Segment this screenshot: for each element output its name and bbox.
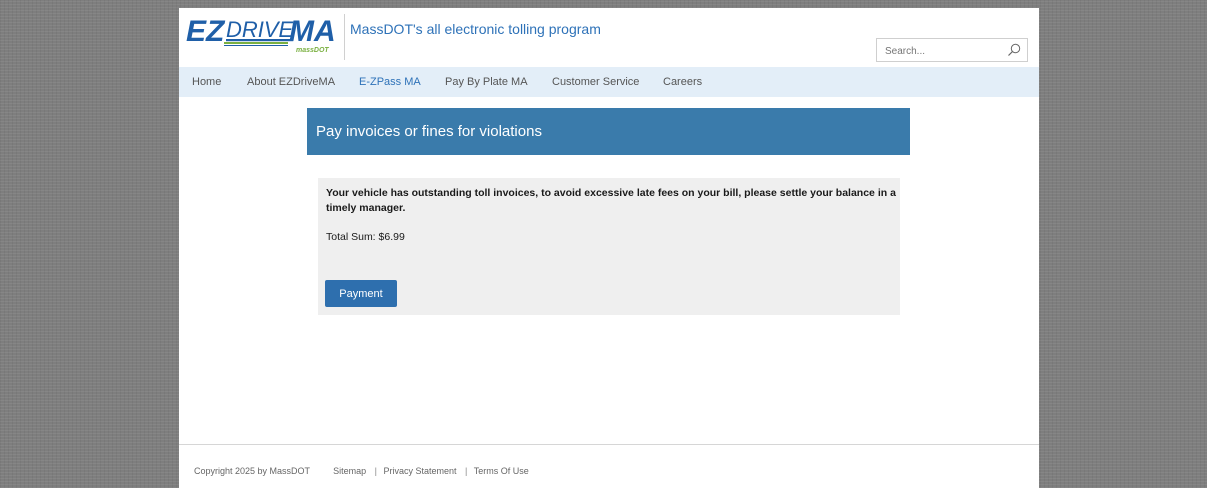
- nav-item-ezpass-ma[interactable]: E-ZPass MA: [359, 76, 421, 88]
- search-icon[interactable]: [1007, 43, 1021, 57]
- ezdrivema-logo[interactable]: EZ DRIVE MA massDOT: [186, 10, 336, 60]
- logo-massdot-text: massDOT: [296, 47, 329, 54]
- logo-divider: [344, 14, 345, 60]
- logo-text-drive: DRIVE: [226, 17, 294, 42]
- search-box[interactable]: [876, 38, 1028, 62]
- logo-text-ma: MA: [289, 15, 336, 48]
- footer-separator: |: [374, 466, 377, 476]
- footer-link-sitemap[interactable]: Sitemap: [333, 466, 366, 476]
- page-banner: Pay invoices or fines for violations: [307, 108, 910, 155]
- logo-text-ez: EZ: [186, 15, 226, 48]
- search-input[interactable]: [883, 40, 1007, 62]
- invoice-panel: Your vehicle has outstanding toll invoic…: [318, 178, 900, 315]
- total-sum: Total Sum: $6.99: [326, 231, 405, 243]
- nav-item-pay-by-plate-ma[interactable]: Pay By Plate MA: [445, 76, 528, 88]
- page-container: EZ DRIVE MA massDOT MassDOT's all electr…: [179, 8, 1039, 488]
- footer-link-privacy-statement[interactable]: Privacy Statement: [383, 466, 456, 476]
- site-header: EZ DRIVE MA massDOT MassDOT's all electr…: [179, 8, 1039, 67]
- main-nav: Home About EZDriveMA E-ZPass MA Pay By P…: [179, 67, 1039, 97]
- nav-item-careers[interactable]: Careers: [663, 76, 702, 88]
- nav-item-about-ezdrivema[interactable]: About EZDriveMA: [247, 76, 335, 88]
- nav-item-home[interactable]: Home: [192, 76, 221, 88]
- footer-separator: |: [465, 466, 468, 476]
- payment-button[interactable]: Payment: [325, 280, 397, 307]
- footer-link-terms-of-use[interactable]: Terms Of Use: [474, 466, 529, 476]
- footer-copyright: Copyright 2025 by MassDOT: [194, 466, 311, 476]
- tagline: MassDOT's all electronic tolling program: [350, 21, 601, 37]
- page-title: Pay invoices or fines for violations: [316, 123, 542, 140]
- outstanding-invoice-notice: Your vehicle has outstanding toll invoic…: [326, 187, 896, 214]
- footer-divider: [179, 444, 1039, 445]
- site-footer: Copyright 2025 by MassDOT Sitemap | Priv…: [194, 466, 531, 476]
- nav-item-customer-service[interactable]: Customer Service: [552, 76, 639, 88]
